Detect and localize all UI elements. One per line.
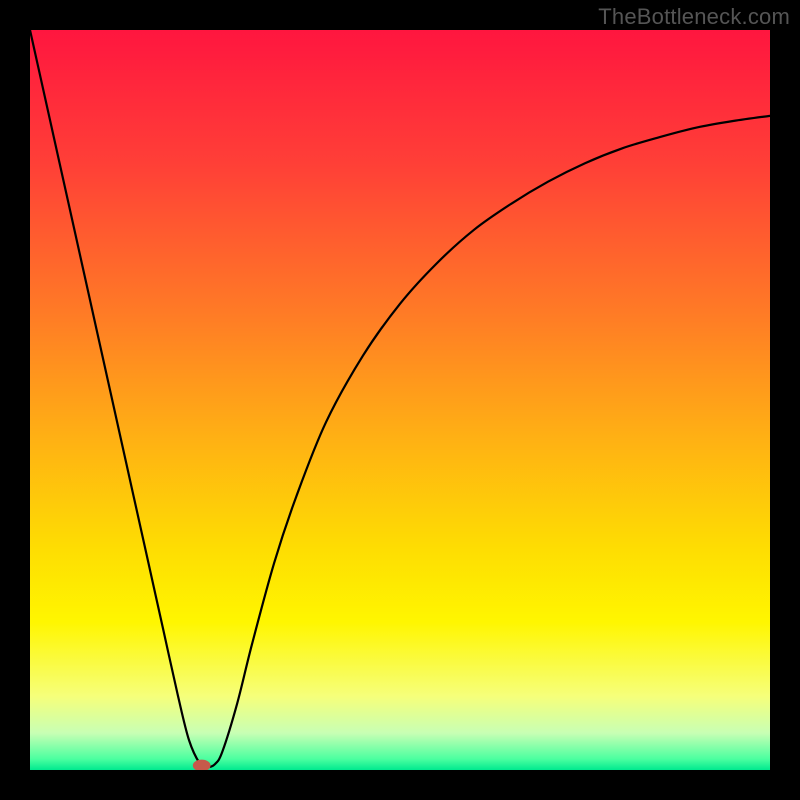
plot-area [30, 30, 770, 770]
gradient-background [30, 30, 770, 770]
chart-frame: TheBottleneck.com [0, 0, 800, 800]
chart-svg [30, 30, 770, 770]
watermark-text: TheBottleneck.com [598, 4, 790, 30]
